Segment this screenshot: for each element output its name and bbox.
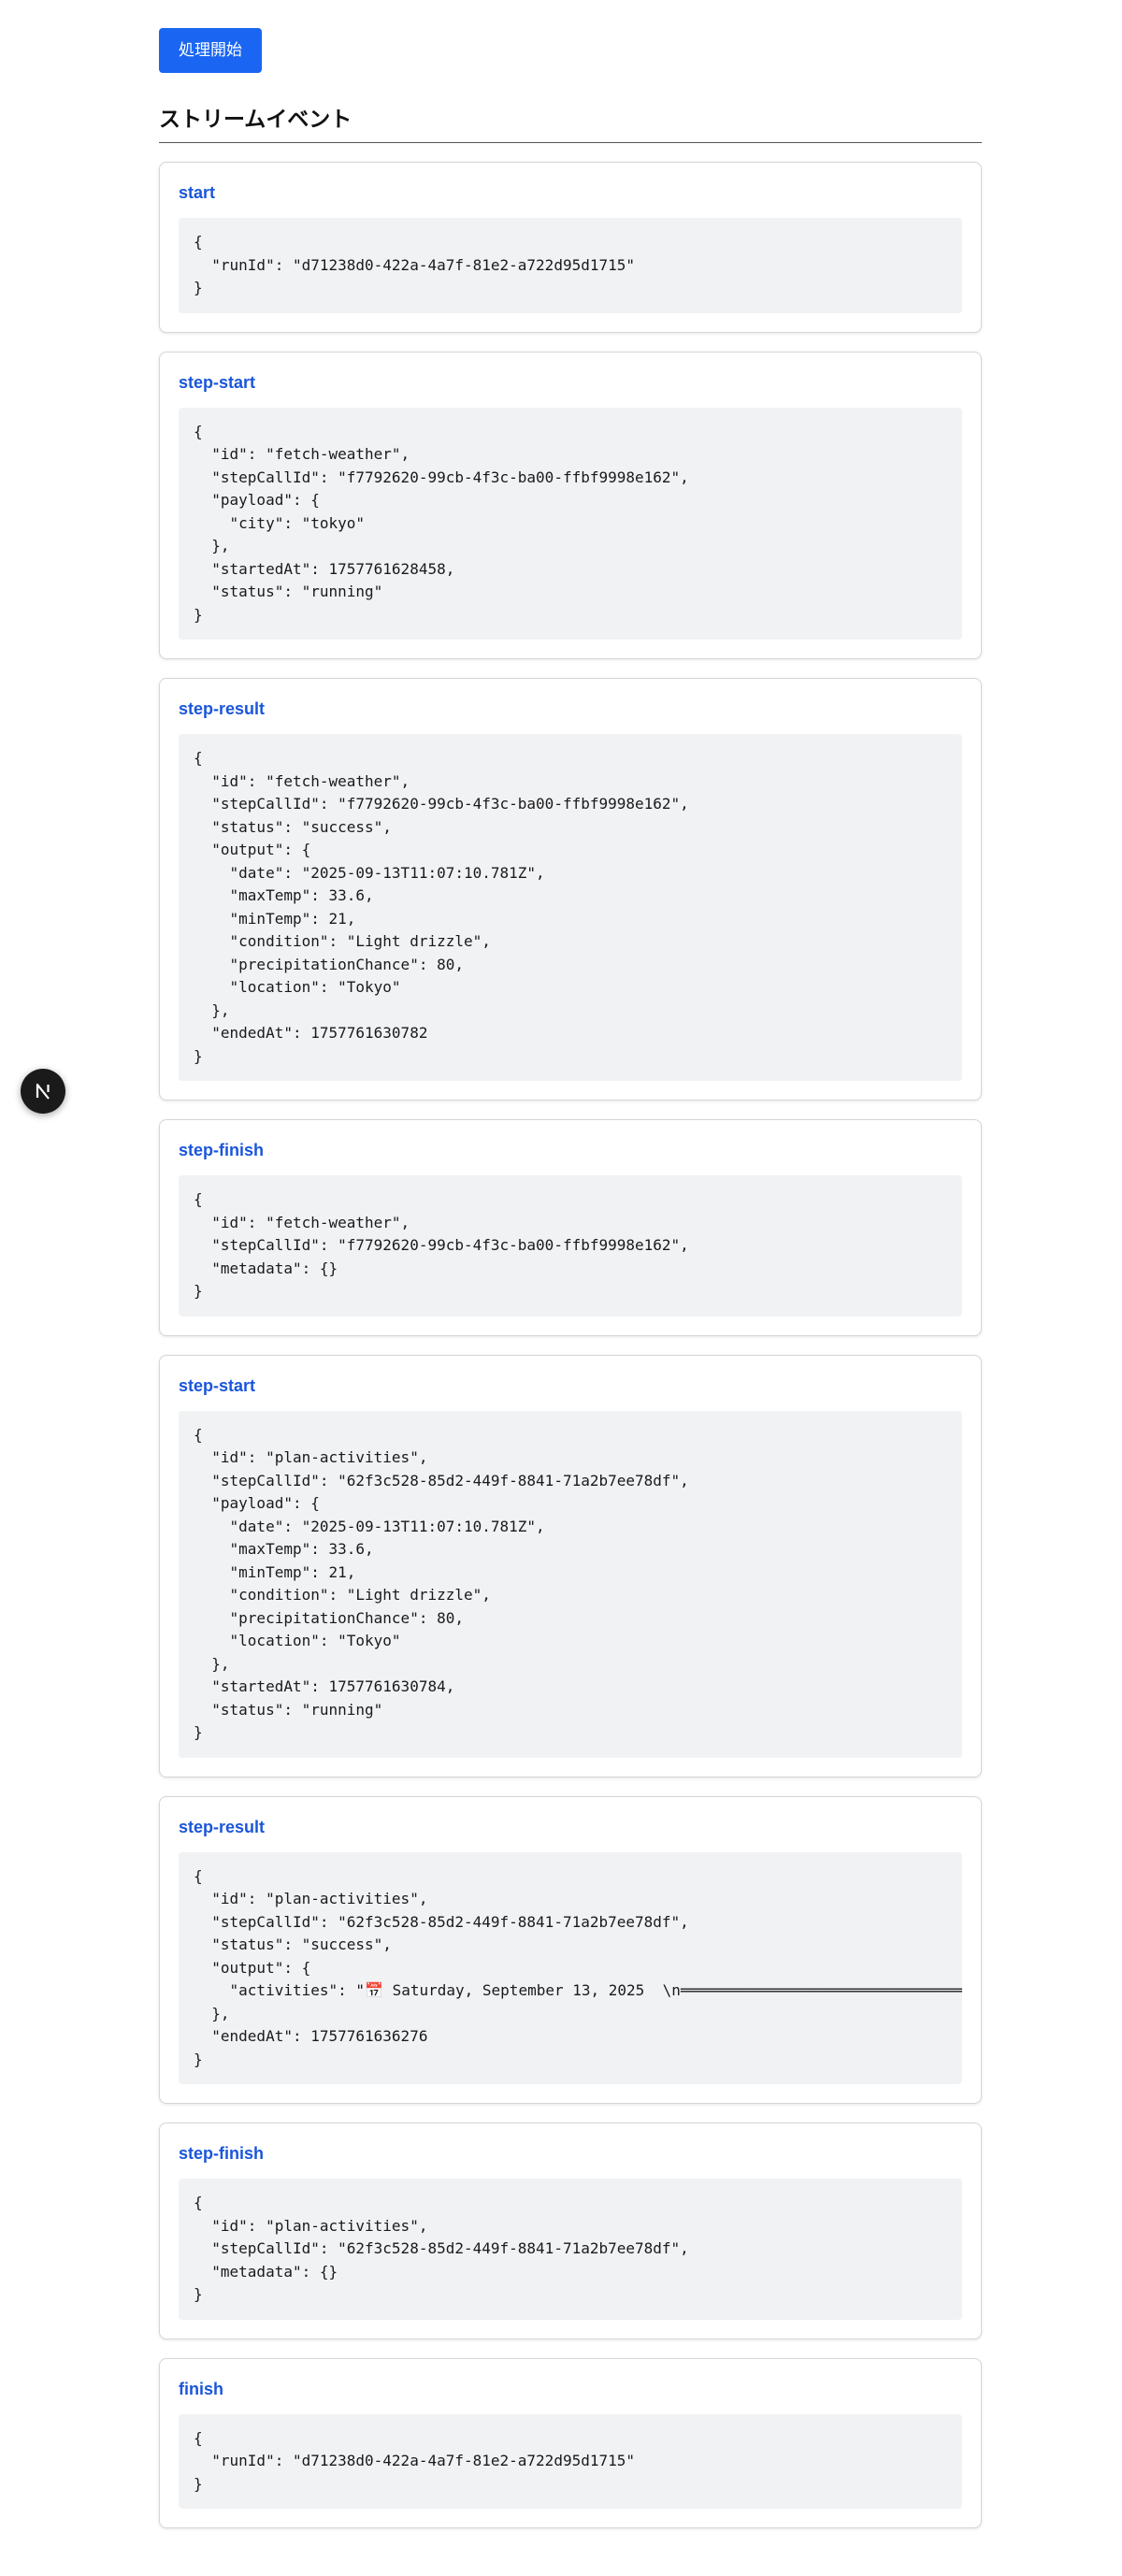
event-json: { "id": "plan-activities", "stepCallId":… bbox=[179, 1410, 962, 1758]
event-card: step-finish { "id": "plan-activities", "… bbox=[159, 2123, 982, 2339]
event-card: step-result { "id": "plan-activities", "… bbox=[159, 1795, 982, 2104]
event-card: step-finish { "id": "fetch-weather", "st… bbox=[159, 1119, 982, 1336]
event-json: { "id": "plan-activities", "stepCallId":… bbox=[179, 1851, 962, 2084]
main-container: 処理開始 ストリームイベント start { "runId": "d71238d… bbox=[159, 28, 982, 2547]
start-processing-button[interactable]: 処理開始 bbox=[159, 28, 262, 73]
event-name: step-start bbox=[179, 372, 256, 392]
event-name: finish bbox=[179, 2379, 223, 2398]
event-name: step-finish bbox=[179, 2144, 265, 2163]
event-name: step-start bbox=[179, 1375, 256, 1395]
nextjs-logo-icon[interactable] bbox=[21, 1069, 65, 1114]
event-name: step-finish bbox=[179, 1141, 265, 1159]
event-card: finish { "runId": "d71238d0-422a-4a7f-81… bbox=[159, 2357, 982, 2528]
event-name: start bbox=[179, 183, 216, 202]
event-json: { "id": "fetch-weather", "stepCallId": "… bbox=[179, 1175, 962, 1317]
event-json: { "runId": "d71238d0-422a-4a7f-81e2-a722… bbox=[179, 218, 962, 313]
event-card: step-result { "id": "fetch-weather", "st… bbox=[159, 678, 982, 1101]
event-json: { "id": "fetch-weather", "stepCallId": "… bbox=[179, 734, 962, 1081]
event-json: { "id": "plan-activities", "stepCallId":… bbox=[179, 2179, 962, 2320]
event-card: step-start { "id": "fetch-weather", "ste… bbox=[159, 351, 982, 659]
event-card: step-start { "id": "plan-activities", "s… bbox=[159, 1354, 982, 1777]
event-json: { "runId": "d71238d0-422a-4a7f-81e2-a722… bbox=[179, 2413, 962, 2509]
nextjs-logo-glyph bbox=[36, 1083, 50, 1100]
event-name: step-result bbox=[179, 699, 266, 718]
stream-events-heading: ストリームイベント bbox=[159, 101, 982, 143]
event-card: start { "runId": "d71238d0-422a-4a7f-81e… bbox=[159, 162, 982, 333]
event-list: start { "runId": "d71238d0-422a-4a7f-81e… bbox=[159, 162, 982, 2528]
event-json: { "id": "fetch-weather", "stepCallId": "… bbox=[179, 407, 962, 640]
event-name: step-result bbox=[179, 1817, 266, 1836]
